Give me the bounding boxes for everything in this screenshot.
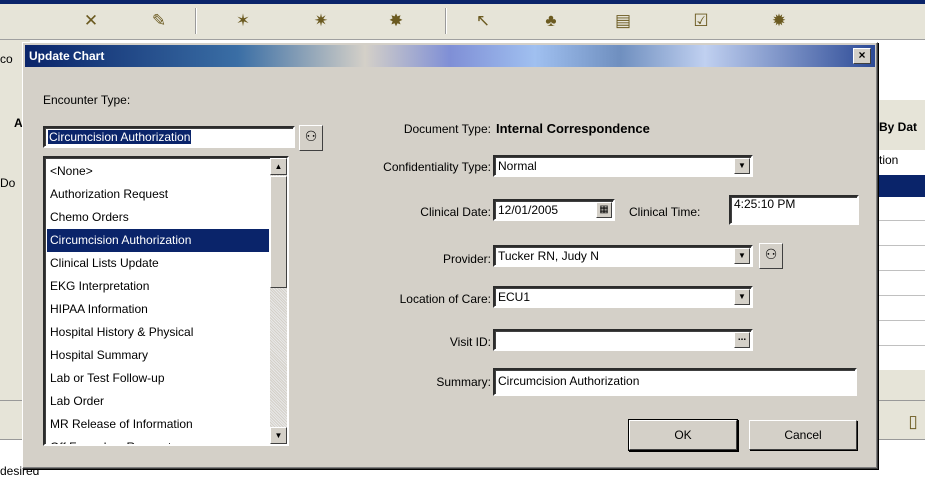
browse-button[interactable]: ...: [734, 332, 750, 348]
location-of-care-label: Location of Care:: [399, 292, 491, 306]
close-icon: ×: [858, 48, 866, 62]
calendar-icon[interactable]: ▦: [596, 202, 612, 218]
list-item[interactable]: Authorization Request: [47, 183, 269, 206]
close-button[interactable]: ×: [853, 48, 871, 64]
encounter-type-label: Encounter Type:: [43, 93, 131, 107]
confidentiality-type-select[interactable]: Normal ▼: [493, 155, 753, 177]
dialog-title: Update Chart: [29, 49, 105, 63]
scrollbar-thumb[interactable]: [270, 176, 287, 288]
background-row-line: [877, 245, 925, 246]
arrow-up-icon: ▲: [274, 162, 283, 171]
confidentiality-type-label: Confidentiality Type:: [383, 160, 491, 174]
summary-label: Summary:: [436, 375, 491, 389]
arrow-down-icon: ▼: [274, 431, 283, 440]
background-row-line: [877, 345, 925, 346]
visit-id-label: Visit ID:: [449, 335, 491, 349]
confidentiality-type-value: Normal: [498, 159, 537, 173]
background-row-line: [877, 270, 925, 271]
background-column-header: tion: [879, 153, 899, 167]
background-selected-row: [877, 175, 925, 197]
location-of-care-value: ECU1: [498, 290, 531, 304]
pointer-icon[interactable]: ↖: [472, 10, 494, 32]
list-item[interactable]: Hospital History & Physical: [47, 321, 269, 344]
document-icon[interactable]: ▯: [902, 411, 924, 433]
background-row-line: [877, 295, 925, 296]
list-item[interactable]: Lab Order: [47, 390, 269, 413]
document-icon[interactable]: ▤: [612, 10, 634, 32]
dialog-titlebar[interactable]: Update Chart ×: [25, 45, 875, 67]
scroll-down-button[interactable]: ▼: [270, 427, 287, 444]
clinical-time-label: Clinical Time:: [629, 205, 701, 219]
binoculars-icon: ⚇: [304, 128, 318, 144]
users-icon[interactable]: ♣: [540, 10, 562, 32]
encounter-search-button[interactable]: ⚇: [299, 125, 323, 151]
list-item[interactable]: Chemo Orders: [47, 206, 269, 229]
clinical-date-value: 12/01/2005: [498, 203, 559, 217]
clinical-time-field[interactable]: 4:25:10 PM: [729, 195, 859, 225]
document-type-value: Internal Correspondence: [496, 121, 650, 136]
list-item[interactable]: Lab or Test Follow-up: [47, 367, 269, 390]
chevron-down-icon[interactable]: ▼: [734, 289, 750, 305]
chevron-down-icon[interactable]: ▼: [734, 158, 750, 174]
background-fragment: co: [0, 52, 13, 66]
list-item[interactable]: Off Formulary Request: [47, 436, 269, 444]
background-row-line: [877, 220, 925, 221]
provider-label: Provider:: [442, 252, 491, 266]
toolbar-separator: [195, 8, 197, 34]
edit-icon[interactable]: ✎: [148, 10, 170, 32]
background-row-line: [877, 320, 925, 321]
star-key-icon[interactable]: ✸: [385, 10, 407, 32]
location-of-care-select[interactable]: ECU1 ▼: [493, 286, 753, 308]
encounter-type-value: Circumcision Authorization: [48, 130, 192, 144]
update-chart-dialog: Update Chart × Encounter Type: Circumcis…: [22, 42, 878, 469]
list-scrollbar[interactable]: ▲ ▼: [270, 158, 287, 444]
provider-select[interactable]: Tucker RN, Judy N ▼: [493, 245, 753, 267]
list-item[interactable]: Circumcision Authorization: [47, 229, 269, 252]
list-item[interactable]: Hospital Summary: [47, 344, 269, 367]
new-star-icon[interactable]: ✶: [232, 10, 254, 32]
background-column-header: By Dat: [879, 120, 918, 134]
encounter-type-list[interactable]: <None> Authorization Request Chemo Orders C…: [43, 156, 289, 446]
toolbar-separator: [445, 8, 447, 34]
cancel-button[interactable]: Cancel: [749, 420, 857, 450]
list-item[interactable]: HIPAA Information: [47, 298, 269, 321]
ok-button[interactable]: OK: [629, 420, 737, 450]
x-chart-icon[interactable]: ✕: [80, 10, 102, 32]
list-item[interactable]: Clinical Lists Update: [47, 252, 269, 275]
binoculars-icon: ⚇: [764, 246, 778, 262]
list-item[interactable]: <None>: [47, 160, 269, 183]
summary-field[interactable]: Circumcision Authorization: [493, 368, 857, 396]
clinical-date-field[interactable]: 12/01/2005 ▦: [493, 199, 615, 221]
summary-value: Circumcision Authorization: [498, 374, 640, 388]
list-item[interactable]: EKG Interpretation: [47, 275, 269, 298]
visit-id-field[interactable]: ...: [493, 329, 753, 351]
app-toolbar: ✕ ✎ ✶ ✷ ✸ ↖ ♣ ▤ ☑ ✹: [0, 0, 925, 40]
document-type-label: Document Type:: [403, 122, 491, 136]
clinical-date-label: Clinical Date:: [420, 205, 491, 219]
checklist-icon[interactable]: ☑: [690, 10, 712, 32]
encounter-type-field[interactable]: Circumcision Authorization: [43, 126, 295, 148]
clinical-time-value: 4:25:10 PM: [734, 197, 796, 211]
chevron-down-icon[interactable]: ▼: [734, 248, 750, 264]
provider-search-button[interactable]: ⚇: [759, 243, 783, 269]
star-print-icon[interactable]: ✷: [310, 10, 332, 32]
background-fragment: Do: [0, 176, 16, 190]
star-grid-icon[interactable]: ✹: [768, 10, 790, 32]
list-item[interactable]: MR Release of Information: [47, 413, 269, 436]
provider-value: Tucker RN, Judy N: [498, 249, 599, 263]
scroll-up-button[interactable]: ▲: [270, 158, 287, 175]
